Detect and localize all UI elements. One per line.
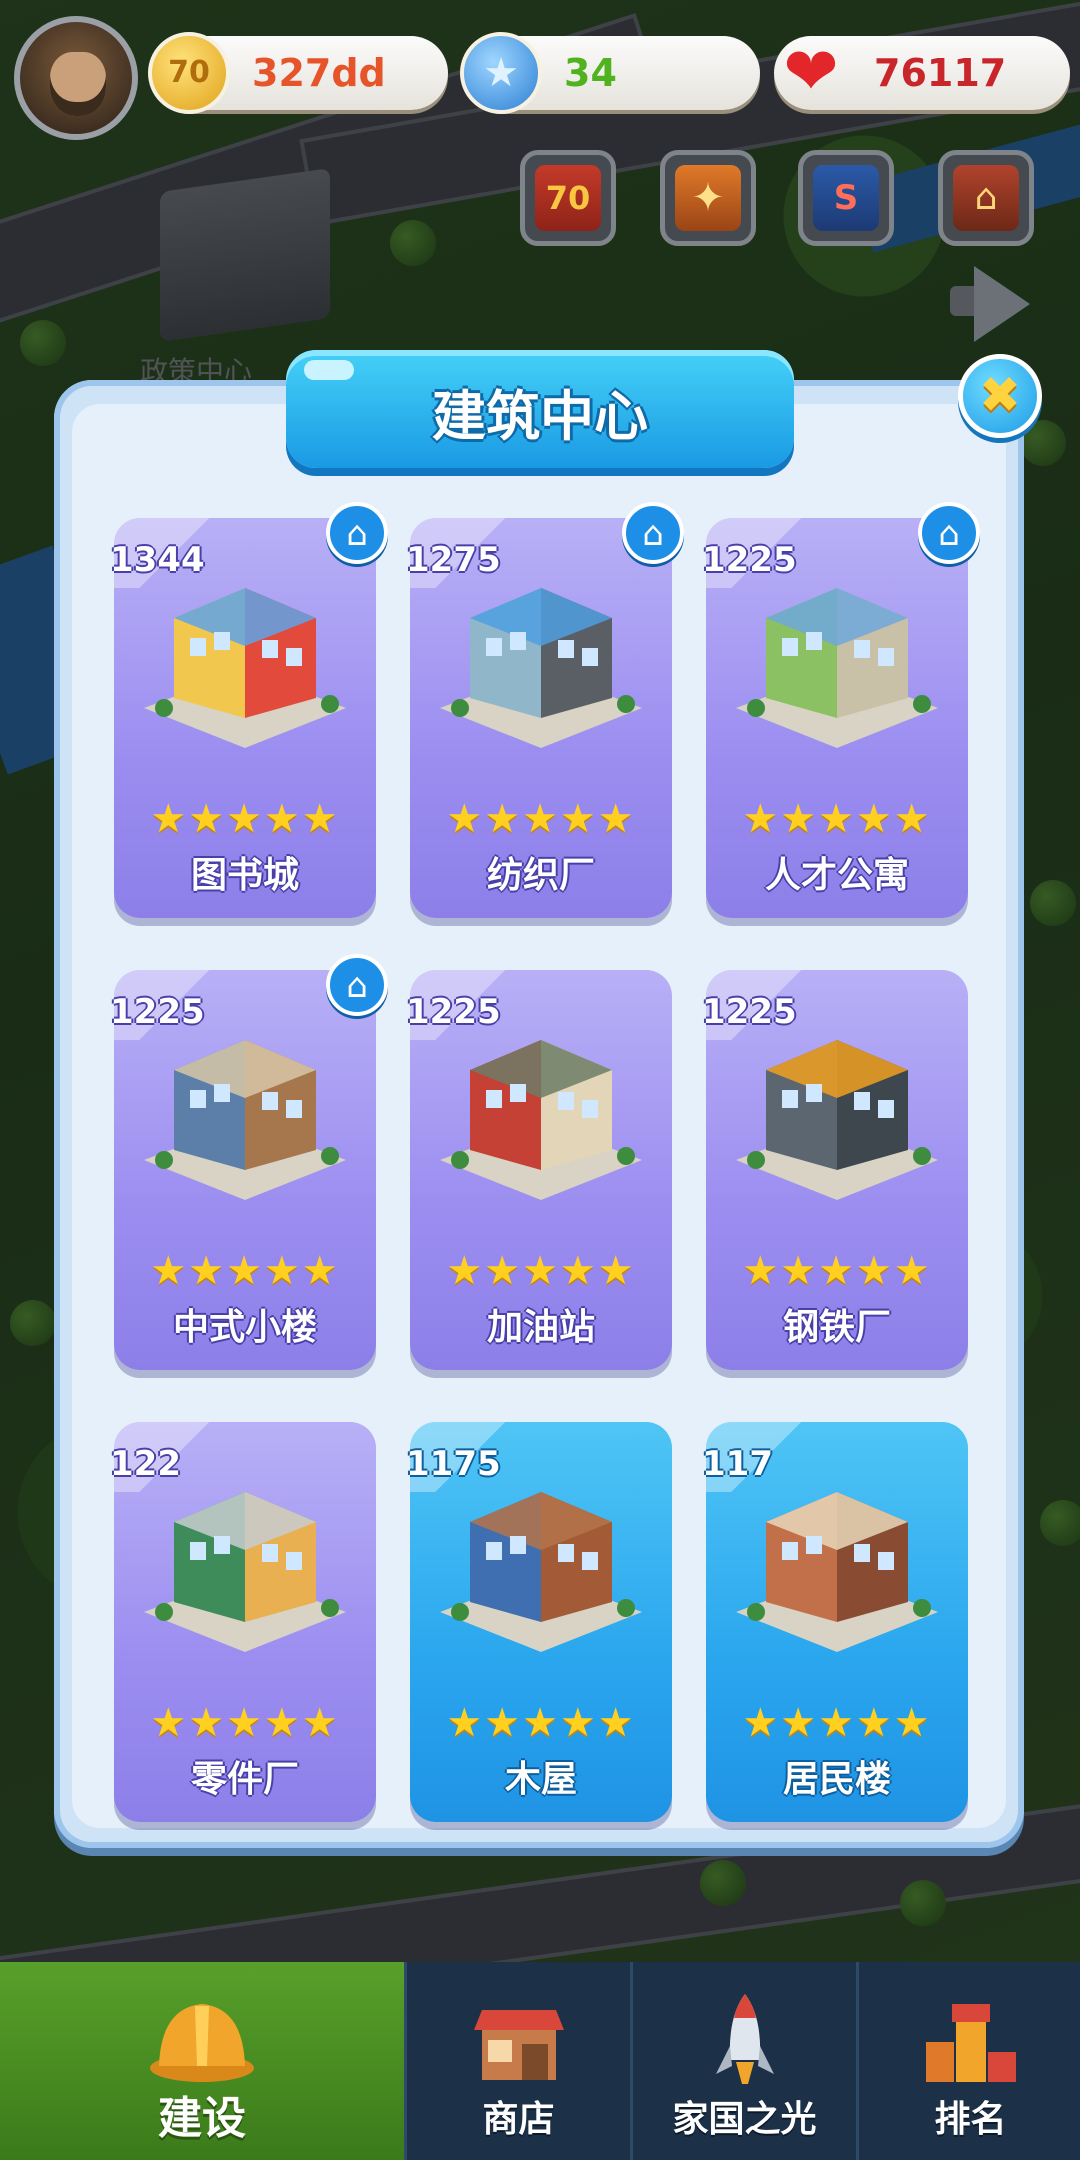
building-stars: ★★★★★ [742, 796, 932, 842]
star-coin-icon: ★ [460, 32, 542, 114]
building-name: 加油站 [486, 1307, 595, 1348]
building-card[interactable]: 1225 ★★★★★ 加油站 [406, 970, 672, 1370]
building-card[interactable]: 1225 ⌂ ★★★★★ 中式小楼 [110, 954, 388, 1370]
home-icon: ⌂ [346, 966, 368, 1006]
nav-national-glory-label: 家国之光 [672, 2099, 817, 2140]
building-stars: ★★★★★ [742, 1248, 932, 1294]
building-name: 木屋 [504, 1759, 577, 1800]
star-value: 34 [564, 51, 617, 95]
pavilion-button[interactable]: ⌂ [938, 150, 1034, 246]
building-card[interactable]: 1275 ⌂ ★★★★★ 纺织厂 [406, 502, 684, 918]
nav-shop[interactable]: 商店 [404, 1962, 630, 2160]
building-stars: ★★★★★ [446, 1248, 636, 1294]
building-illustration [440, 1492, 642, 1652]
building-name: 中式小楼 [172, 1307, 317, 1348]
building-name: 钢铁厂 [782, 1307, 891, 1348]
nav-ranking[interactable]: 排名 [856, 1962, 1080, 2160]
building-name: 人才公寓 [764, 855, 909, 896]
building-illustration [736, 1492, 938, 1652]
home-badge[interactable]: ⌂ [326, 502, 388, 564]
building-stars: ★★★★★ [742, 1700, 932, 1746]
heart-resource-bar[interactable]: ❤ 76117 [774, 33, 1070, 110]
fire-safety-button[interactable]: S [798, 150, 894, 246]
handshake-icon: ✦ [675, 165, 741, 231]
seventy-event-button[interactable]: 70 [520, 150, 616, 246]
close-icon: ✖ [979, 366, 1021, 424]
gold-coin-icon: 70 [148, 32, 230, 114]
building-stars: ★★★★★ [446, 796, 636, 842]
gold-resource-bar[interactable]: 70 327dd [148, 32, 448, 114]
gold-value: 327dd [252, 51, 386, 95]
building-illustration [144, 588, 346, 748]
nav-build[interactable]: 建设 [0, 1962, 404, 2160]
heart-value: 76117 [874, 51, 1007, 95]
bottom-nav: 建设 商店 家国之光 排名 [0, 1962, 1080, 2160]
building-card[interactable]: 1225 ⌂ ★★★★★ 人才公寓 [702, 502, 980, 918]
building-card[interactable]: 117 ★★★★★ 居民楼 [702, 1422, 968, 1822]
building-name: 居民楼 [782, 1759, 891, 1800]
building-stars: ★★★★★ [150, 1248, 340, 1294]
building-stars: ★★★★★ [150, 1700, 340, 1746]
building-illustration [440, 1040, 642, 1200]
building-name: 零件厂 [190, 1759, 299, 1800]
nav-shop-label: 商店 [482, 2099, 555, 2140]
dialog-title: 建筑中心 [432, 385, 648, 448]
home-icon: ⌂ [642, 514, 664, 554]
building-illustration [144, 1040, 346, 1200]
building-illustration [144, 1492, 346, 1652]
megaphone-icon[interactable] [944, 262, 1032, 342]
ranking-icon [925, 2004, 1016, 2082]
nav-ranking-label: 排名 [934, 2099, 1007, 2140]
nav-national-glory[interactable]: 家国之光 [630, 1962, 856, 2160]
dialog-title-bar: 建筑中心 [286, 350, 794, 468]
building-card[interactable]: 1344 ⌂ ★★★★★ 图书城 [110, 502, 388, 918]
pavilion-icon: ⌂ [953, 165, 1019, 231]
home-badge[interactable]: ⌂ [326, 954, 388, 1016]
building-card[interactable]: 1175 ★★★★★ 木屋 [406, 1422, 672, 1822]
building-stars: ★★★★★ [150, 796, 340, 842]
building-stars: ★★★★★ [446, 1700, 636, 1746]
heart-icon: ❤ [783, 33, 839, 110]
building-name: 图书城 [190, 855, 299, 896]
building-illustration [440, 588, 642, 748]
player-avatar[interactable] [14, 16, 138, 140]
rocket-icon [715, 1994, 774, 2084]
building-card[interactable]: 1225 ★★★★★ 钢铁厂 [702, 970, 968, 1370]
building-illustration [736, 588, 938, 748]
home-badge[interactable]: ⌂ [918, 502, 980, 564]
home-icon: ⌂ [938, 514, 960, 554]
building-name: 纺织厂 [486, 855, 595, 896]
star-resource-bar[interactable]: ★ 34 [460, 32, 760, 114]
fire-safety-icon: S [813, 165, 879, 231]
close-button[interactable]: ✖ [958, 354, 1042, 438]
hard-hat-icon [150, 2004, 254, 2082]
home-badge[interactable]: ⌂ [622, 502, 684, 564]
seventy-event-icon: 70 [535, 165, 601, 231]
building-illustration [736, 1040, 938, 1200]
nav-build-label: 建设 [158, 2093, 246, 2144]
handshake-button[interactable]: ✦ [660, 150, 756, 246]
building-card[interactable]: 122 ★★★★★ 零件厂 [110, 1422, 376, 1822]
shop-icon [473, 2010, 564, 2080]
home-icon: ⌂ [346, 514, 368, 554]
